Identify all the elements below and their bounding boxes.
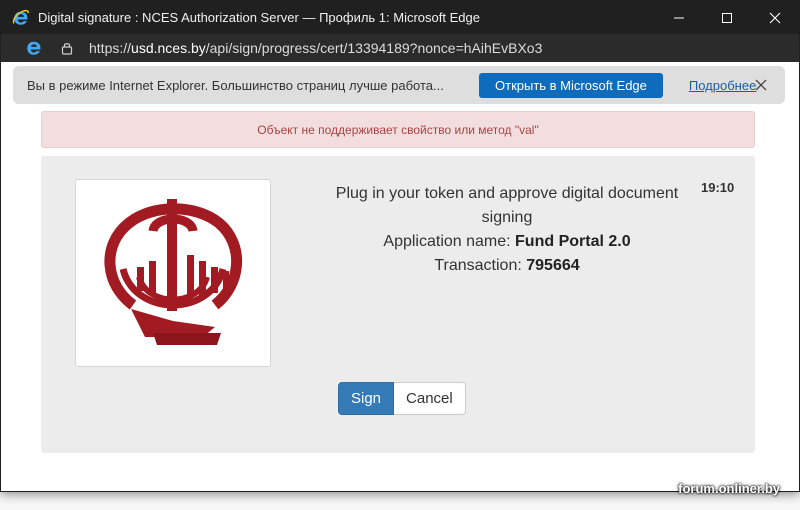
lock-icon[interactable] xyxy=(59,40,75,56)
more-info-link[interactable]: Подробнее xyxy=(689,78,756,93)
window-title: Digital signature : NCES Authorization S… xyxy=(38,10,480,25)
watermark: forum.onliner.by xyxy=(678,481,780,496)
nces-emblem-logo xyxy=(104,199,243,345)
application-line: Application name: Fund Portal 2.0 xyxy=(317,230,697,254)
maximize-icon xyxy=(722,12,732,23)
logo-frame xyxy=(75,179,271,367)
ie-icon xyxy=(10,7,32,29)
application-value: Fund Portal 2.0 xyxy=(515,233,631,250)
close-window-button[interactable] xyxy=(751,1,799,34)
sign-panel: Plug in your token and approve digital d… xyxy=(41,156,755,453)
ie-mode-infobar: Вы в режиме Internet Explorer. Большинст… xyxy=(13,66,785,104)
open-in-edge-button[interactable]: Открыть в Microsoft Edge xyxy=(479,72,663,98)
infobar-close-button[interactable] xyxy=(751,75,771,95)
transaction-value: 795664 xyxy=(526,257,580,274)
ie-mode-icon[interactable] xyxy=(23,37,45,59)
browser-window: Digital signature : NCES Authorization S… xyxy=(0,0,800,492)
countdown-timer: 19:10 xyxy=(701,180,735,195)
close-icon xyxy=(769,12,781,23)
sign-button[interactable]: Sign xyxy=(338,382,395,415)
transaction-label: Transaction: xyxy=(434,257,522,274)
infobar-message: Вы в режиме Internet Explorer. Большинст… xyxy=(27,77,444,93)
url-text[interactable]: https://usd.nces.by/api/sign/progress/ce… xyxy=(89,40,542,56)
error-alert: Объект не поддерживает свойство или мето… xyxy=(41,111,755,148)
maximize-button[interactable] xyxy=(703,1,751,34)
title-bar[interactable]: Digital signature : NCES Authorization S… xyxy=(1,1,799,34)
instruction-text: Plug in your token and approve digital d… xyxy=(335,185,679,226)
cancel-button[interactable]: Cancel xyxy=(394,382,466,415)
window-controls xyxy=(655,1,799,34)
url-prefix: https:// xyxy=(89,40,132,56)
minimize-button[interactable] xyxy=(655,1,703,34)
sign-message: Plug in your token and approve digital d… xyxy=(317,182,697,278)
address-bar[interactable]: https://usd.nces.by/api/sign/progress/ce… xyxy=(1,34,799,62)
page-content: Объект не поддерживает свойство или мето… xyxy=(5,104,795,490)
error-message: Объект не поддерживает свойство или мето… xyxy=(257,122,539,137)
application-label: Application name: xyxy=(383,233,511,250)
url-domain: usd.nces.by xyxy=(131,40,206,56)
action-buttons: Sign Cancel xyxy=(338,382,466,415)
close-icon xyxy=(755,79,767,91)
minimize-icon xyxy=(674,17,684,18)
url-path: /api/sign/progress/cert/13394189?nonce=h… xyxy=(205,40,543,56)
transaction-line: Transaction: 795664 xyxy=(317,254,697,278)
